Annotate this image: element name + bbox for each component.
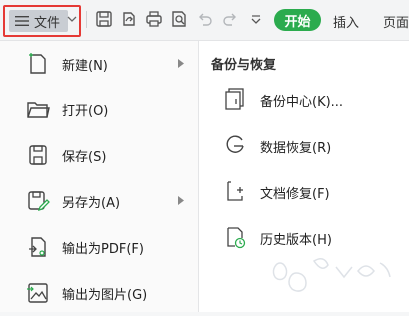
customize-toolbar-icon[interactable] bbox=[247, 10, 265, 28]
file-menu-button[interactable]: 文件 bbox=[3, 5, 81, 37]
file-menu-panel: 新建(N) 打开(O) 保存(S) 另存为(A) 输出为PDF(F) 输出为图片… bbox=[0, 41, 199, 312]
menu-item-export-pdf-label: 输出为PDF(F) bbox=[62, 242, 144, 257]
data-recovery-icon bbox=[226, 135, 244, 153]
watermark-logo bbox=[272, 258, 391, 292]
redo-icon[interactable] bbox=[221, 10, 239, 28]
tab-insert[interactable]: 插入 bbox=[333, 12, 359, 31]
print-preview-icon[interactable] bbox=[170, 10, 188, 28]
menu-item-doc-repair[interactable]: 文档修复(F) bbox=[199, 169, 409, 213]
toolbar-divider bbox=[86, 11, 87, 28]
menu-item-open[interactable]: 打开(O) bbox=[0, 86, 198, 132]
doc-repair-icon bbox=[227, 181, 243, 201]
export-pdf-icon bbox=[29, 237, 46, 257]
menu-item-backup-center-label: 备份中心(K)... bbox=[260, 95, 344, 110]
export-image-icon bbox=[27, 283, 48, 303]
new-doc-icon bbox=[29, 53, 46, 74]
menu-item-save-as[interactable]: 另存为(A) bbox=[0, 178, 198, 224]
print-icon[interactable] bbox=[145, 10, 163, 28]
menu-item-doc-repair-label: 文档修复(F) bbox=[260, 187, 330, 202]
folder-icon bbox=[27, 102, 50, 118]
menu-item-new-label: 新建(N) bbox=[62, 59, 108, 74]
menu-item-data-recovery-label: 数据恢复(R) bbox=[260, 141, 332, 156]
export-toolbar-icon[interactable] bbox=[120, 10, 138, 28]
menu-item-save-as-label: 另存为(A) bbox=[62, 196, 121, 211]
file-menu-button-inner[interactable]: 文件 bbox=[9, 10, 68, 32]
menu-item-new[interactable]: 新建(N) bbox=[0, 41, 198, 87]
chevron-down-icon[interactable] bbox=[67, 15, 77, 23]
undo-icon[interactable] bbox=[196, 10, 214, 28]
history-version-icon bbox=[227, 227, 246, 249]
file-menu-label: 文件 bbox=[34, 15, 61, 31]
backup-center-icon bbox=[225, 88, 244, 110]
tab-page-layout[interactable]: 页面 bbox=[383, 12, 409, 31]
chevron-right-icon bbox=[178, 196, 184, 205]
menu-item-export-image[interactable]: 输出为图片(G) bbox=[0, 270, 198, 316]
chevron-right-icon bbox=[178, 59, 184, 68]
menu-item-open-label: 打开(O) bbox=[62, 104, 109, 119]
section-title: 备份与恢复 bbox=[211, 58, 277, 73]
save-as-icon bbox=[28, 191, 50, 212]
menu-item-backup-center[interactable]: 备份中心(K)... bbox=[199, 77, 409, 121]
toolbar: 文件 开始 插入 页面 bbox=[0, 0, 409, 41]
save-toolbar-icon[interactable] bbox=[95, 10, 113, 28]
menu-item-save[interactable]: 保存(S) bbox=[0, 132, 198, 178]
menu-item-export-pdf[interactable]: 输出为PDF(F) bbox=[0, 224, 198, 270]
menu-item-export-image-label: 输出为图片(G) bbox=[62, 288, 148, 303]
menu-item-data-recovery[interactable]: 数据恢复(R) bbox=[199, 123, 409, 167]
save-icon bbox=[29, 145, 47, 165]
menu-item-save-label: 保存(S) bbox=[62, 150, 107, 165]
tab-start[interactable]: 开始 bbox=[274, 9, 321, 31]
hamburger-menu-icon bbox=[15, 16, 29, 26]
